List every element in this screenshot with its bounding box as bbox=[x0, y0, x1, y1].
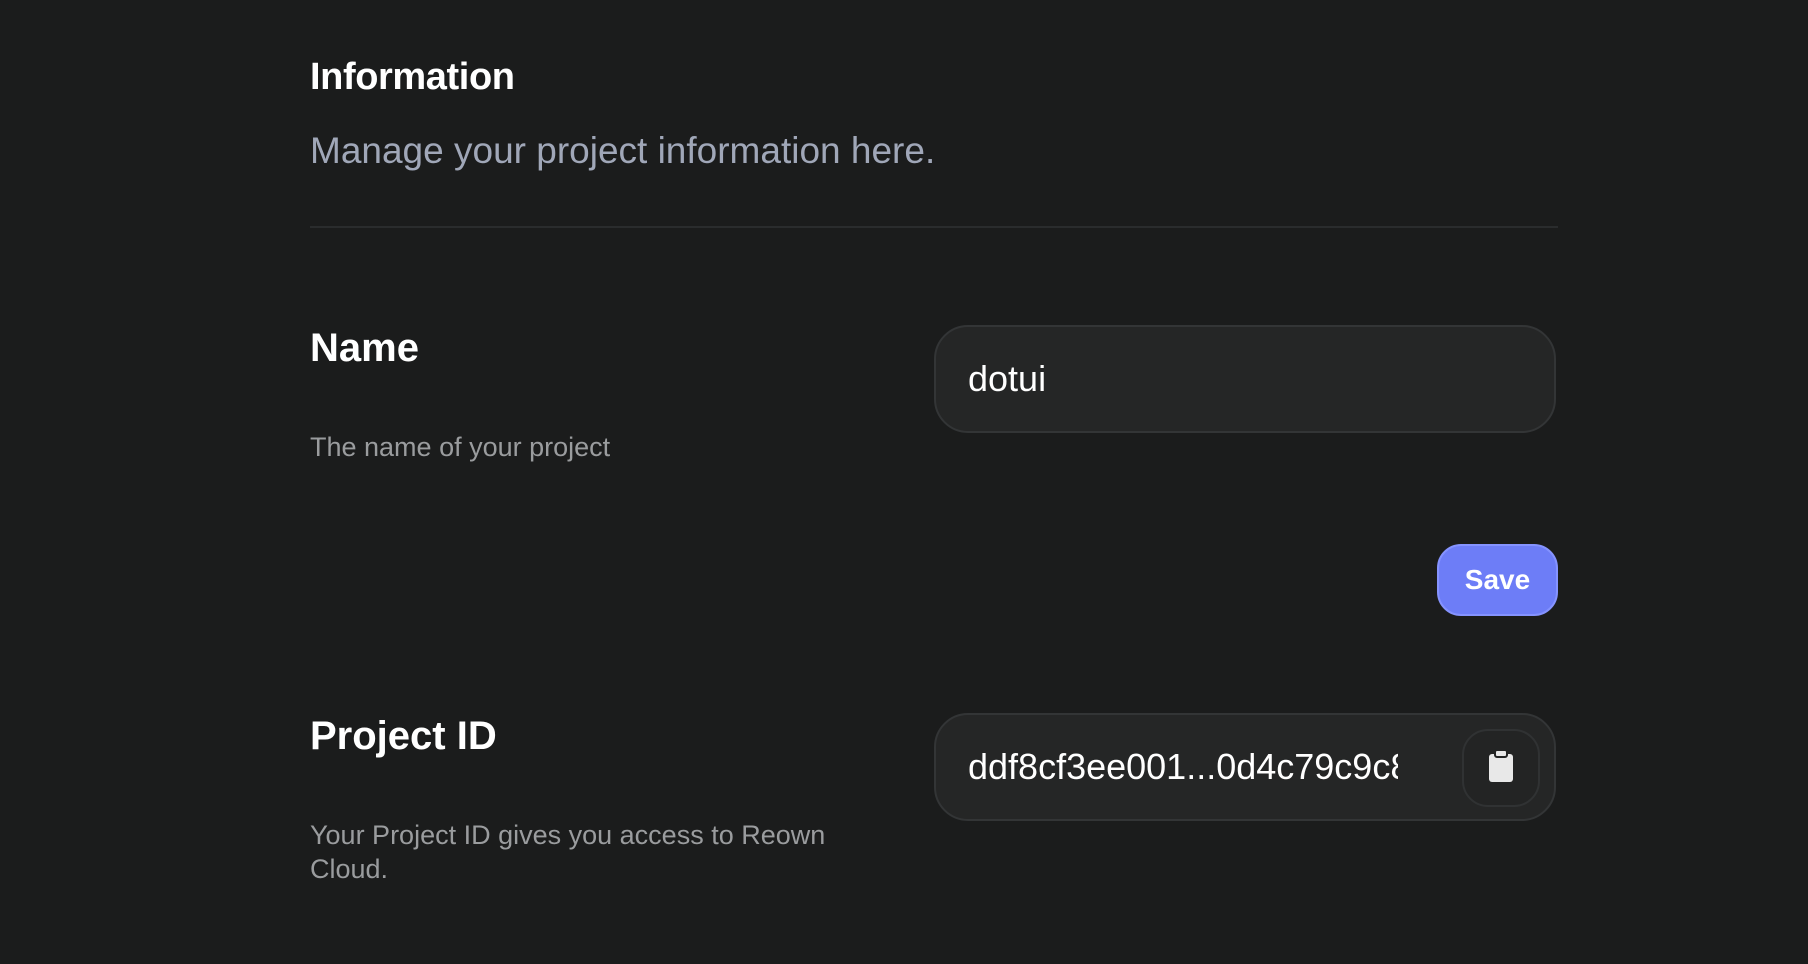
name-label: Name bbox=[310, 326, 419, 370]
name-input-container bbox=[934, 325, 1556, 433]
divider bbox=[310, 226, 1558, 228]
project-information-page: Information Manage your project informat… bbox=[0, 0, 1808, 964]
project-id-description: Your Project ID gives you access to Reow… bbox=[310, 820, 826, 884]
section-title: Information bbox=[310, 56, 515, 98]
save-button[interactable]: Save bbox=[1437, 544, 1558, 616]
name-description: The name of your project bbox=[310, 432, 611, 462]
copy-project-id-button[interactable] bbox=[1462, 729, 1540, 807]
project-id-label: Project ID bbox=[310, 714, 497, 758]
project-id-value[interactable]: ddf8cf3ee001...0d4c79c9c8b bbox=[968, 715, 1398, 819]
project-id-field: ddf8cf3ee001...0d4c79c9c8b bbox=[934, 713, 1556, 821]
name-input[interactable] bbox=[968, 327, 1468, 431]
section-subtitle: Manage your project information here. bbox=[310, 130, 936, 171]
clipboard-icon bbox=[1488, 748, 1514, 788]
